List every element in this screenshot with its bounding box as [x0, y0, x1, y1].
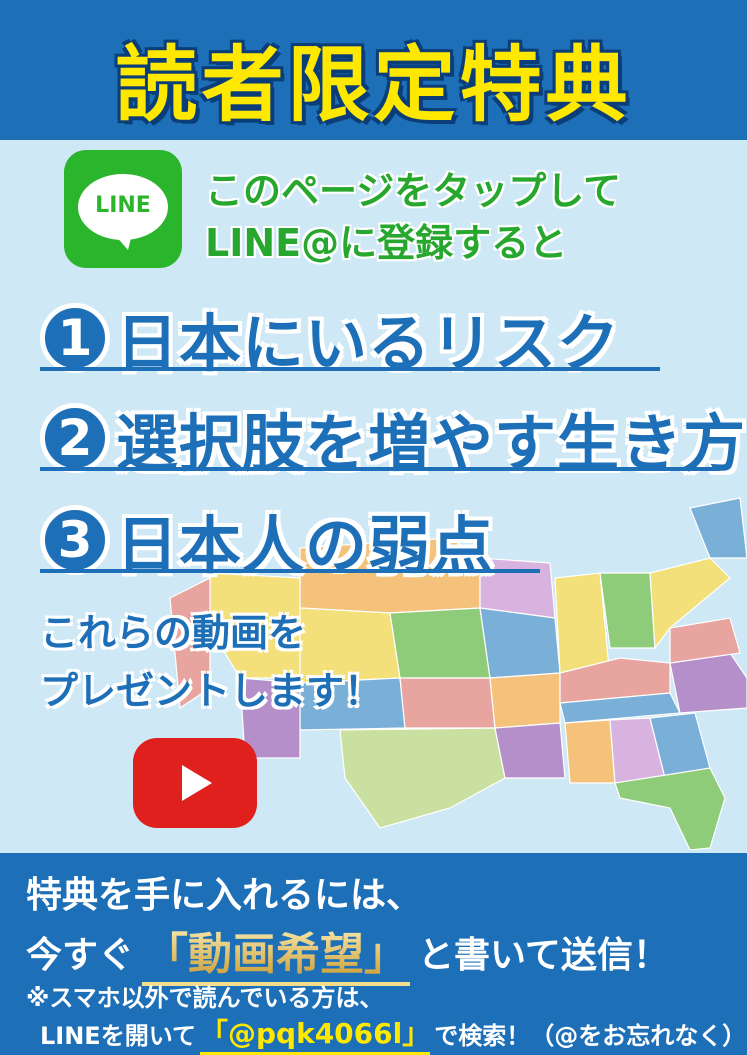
map-region [564, 719, 616, 784]
line-intro-line1: このページをタップして [205, 169, 622, 213]
present-text-line1: これらの動画を [40, 611, 307, 655]
benefit-number-3: 3 [40, 505, 110, 575]
benefit-underline-3 [40, 569, 540, 573]
benefit-number-2: 2 [40, 403, 110, 473]
footer-line3: ※スマホ以外で読んでいる方は、 [26, 984, 384, 1012]
footer-line1: 特典を手に入れるには、 [26, 875, 423, 916]
benefit-item-1: 1 日本にいるリスク [40, 293, 660, 383]
footer-line4: LINEを開いて 「@pqk4066l」 で検索！（@をお忘れなく） [40, 1012, 746, 1055]
footer-line2-suffix: と書いて送信！ [418, 935, 669, 976]
map-region [489, 672, 561, 729]
map-region [599, 572, 656, 649]
benefit-number-1: 1 [40, 303, 110, 373]
map-region [339, 727, 506, 829]
map-region [689, 497, 747, 559]
play-triangle-icon [182, 765, 212, 801]
header-banner: 読者限定特典 [0, 0, 747, 140]
flyer-page: 読者限定特典 LINE このページをタップして LINE@に登録すると 1 日本… [0, 0, 747, 1055]
line-logo-tail [114, 234, 132, 250]
benefit-item-3: 3 日本人の弱点 [40, 495, 540, 585]
footer-line2-prefix: 今すぐ [26, 935, 135, 976]
map-region [494, 722, 566, 779]
line-logo-text: LINE [95, 193, 151, 218]
keyword-video-request: 「動画希望」 [142, 918, 411, 986]
benefit-underline-2 [40, 467, 720, 471]
map-region [479, 607, 561, 679]
footer-line2: 今すぐ 「動画希望」 と書いて送信！ [26, 918, 669, 986]
line-intro-line2: LINE@に登録すると [205, 221, 568, 265]
line-logo[interactable]: LINE [64, 150, 182, 268]
benefit-item-2: 2 選択肢を増やす生き方 [40, 393, 746, 483]
footer-line4-suffix: で検索！（@をお忘れなく） [434, 1022, 747, 1050]
map-region [614, 767, 726, 850]
map-region [669, 652, 747, 714]
footer-line4-prefix: LINEを開いて [40, 1022, 196, 1050]
benefit-underline-1 [40, 367, 660, 371]
present-text-line2: プレゼントします！ [40, 669, 383, 713]
map-region [399, 677, 496, 729]
youtube-play-icon[interactable] [133, 738, 257, 828]
page-title: 読者限定特典 [115, 38, 632, 133]
line-id-link[interactable]: 「@pqk4066l」 [199, 1012, 431, 1055]
map-region [389, 607, 491, 679]
